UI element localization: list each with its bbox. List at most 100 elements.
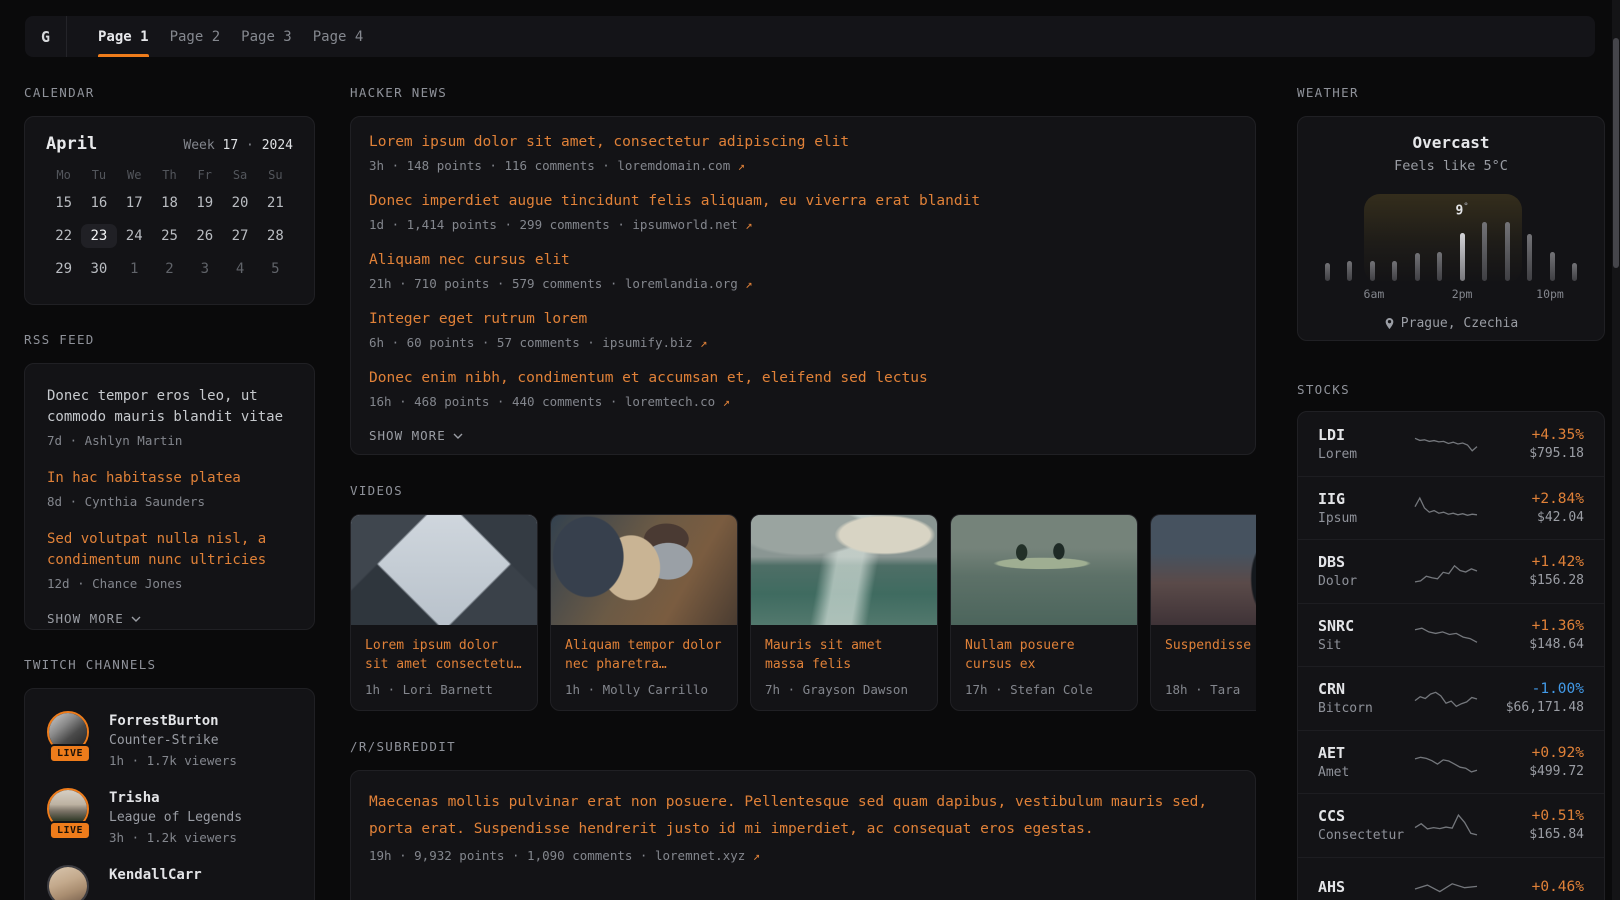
video-thumbnail[interactable] (1151, 515, 1256, 625)
stock-row[interactable]: LDI Lorem +4.35% $795.18 (1298, 412, 1604, 476)
hn-item-title[interactable]: Integer eget rutrum lorem (369, 310, 1237, 329)
external-link-icon[interactable]: ↗ (745, 218, 752, 232)
video-card[interactable]: Suspendisse diam 18h · Tara (1150, 514, 1256, 711)
stock-ticker: AET (1318, 744, 1414, 762)
calendar-day: 16 (81, 191, 116, 215)
hn-item-title[interactable]: Aliquam nec cursus elit (369, 251, 1237, 270)
weather-hourly-chart: 9° (1319, 184, 1583, 281)
stock-change: +0.92% (1478, 745, 1584, 761)
calendar-day: 27 (222, 224, 257, 248)
stock-row[interactable]: DBS Dolor +1.42% $156.28 (1298, 539, 1604, 603)
avatar[interactable] (47, 865, 93, 900)
tab-label: Page 3 (241, 29, 292, 45)
external-link-icon[interactable]: ↗ (700, 336, 707, 350)
stock-row[interactable]: AHS +0.46% (1298, 857, 1604, 900)
video-title[interactable]: Nullam posuere cursus ex (965, 636, 1123, 674)
hn-show-more-button[interactable]: SHOW MORE (369, 428, 1237, 443)
external-link-icon[interactable]: ↗ (753, 849, 760, 863)
video-meta: 17h · Stefan Cole (965, 682, 1123, 697)
stock-row[interactable]: CCS Consectetur +0.51% $165.84 (1298, 793, 1604, 857)
tab-page-1[interactable]: Page 1 (98, 16, 149, 57)
stock-price: $66,171.48 (1478, 700, 1584, 715)
hn-item-title[interactable]: Donec enim nibh, condimentum et accumsan… (369, 369, 1237, 388)
hn-item-meta: 16h · 468 points · 440 comments · loremt… (369, 394, 1237, 409)
stock-row[interactable]: CRN Bitcorn -1.00% $66,171.48 (1298, 666, 1604, 730)
channel-name[interactable]: KendallCarr (109, 865, 202, 885)
reddit-post-title[interactable]: Maecenas mollis pulvinar erat non posuer… (369, 789, 1237, 843)
video-thumbnail[interactable] (551, 515, 737, 625)
stock-change: +4.35% (1478, 427, 1584, 443)
hn-item-title[interactable]: Lorem ipsum dolor sit amet, consectetur … (369, 133, 1237, 152)
tab-page-4[interactable]: Page 4 (313, 16, 364, 57)
stock-sparkline (1414, 683, 1478, 713)
live-badge: LIVE (49, 744, 91, 763)
calendar-day: 19 (187, 191, 222, 215)
day-header: We (117, 168, 152, 182)
stock-ticker: CCS (1318, 807, 1414, 825)
rss-item-title[interactable]: Sed volutpat nulla nisl, a condimentum n… (47, 529, 292, 571)
external-link-icon[interactable]: ↗ (745, 277, 752, 291)
external-link-icon[interactable]: ↗ (723, 395, 730, 409)
twitch-channel[interactable]: KendallCarr (47, 865, 292, 900)
stock-change: +0.51% (1478, 808, 1584, 824)
calendar-day: 25 (152, 224, 187, 248)
video-title[interactable]: Mauris sit amet massa felis (765, 636, 923, 674)
stocks-widget: LDI Lorem +4.35% $795.18 IIG Ipsum +2.84… (1297, 411, 1605, 900)
twitch-channel[interactable]: LIVE ForrestBurton Counter-Strike 1h · 1… (47, 711, 292, 770)
temp-bar (1437, 252, 1442, 281)
app-logo[interactable]: G (25, 16, 67, 57)
rss-item: In hac habitasse platea 8d · Cynthia Sau… (47, 468, 292, 509)
stock-row[interactable]: SNRC Sit +1.36% $148.64 (1298, 603, 1604, 667)
external-link-icon[interactable]: ↗ (738, 159, 745, 173)
tab-page-2[interactable]: Page 2 (170, 16, 221, 57)
stock-change: +0.46% (1478, 879, 1584, 895)
stock-sparkline (1414, 747, 1478, 777)
temp-bar (1392, 261, 1397, 281)
day-header: Su (258, 168, 293, 182)
stock-name: Ipsum (1318, 511, 1414, 526)
stock-row[interactable]: IIG Ipsum +2.84% $42.04 (1298, 476, 1604, 540)
hour-label: 2pm (1452, 287, 1473, 301)
rss-item-title[interactable]: Donec tempor eros leo, ut commodo mauris… (47, 386, 292, 428)
stock-price: $795.18 (1478, 446, 1584, 461)
channel-name[interactable]: Trisha (109, 788, 242, 808)
calendar-day: 15 (46, 191, 81, 215)
scrollbar-thumb[interactable] (1613, 38, 1619, 268)
video-title[interactable]: Lorem ipsum dolor sit amet consectetu… (365, 636, 523, 674)
stock-name: Sit (1318, 638, 1414, 653)
video-title[interactable]: Suspendisse diam (1165, 636, 1256, 674)
avatar[interactable]: LIVE (47, 788, 93, 834)
video-thumbnail[interactable] (951, 515, 1137, 625)
rss-show-more-button[interactable]: SHOW MORE (47, 611, 292, 626)
video-card[interactable]: Nullam posuere cursus ex 17h · Stefan Co… (950, 514, 1138, 711)
video-card[interactable]: Aliquam tempor dolor nec pharetra… 1h · … (550, 514, 738, 711)
channel-name[interactable]: ForrestBurton (109, 711, 237, 731)
video-card[interactable]: Mauris sit amet massa felis 7h · Grayson… (750, 514, 938, 711)
avatar[interactable]: LIVE (47, 711, 93, 757)
stock-change: +1.42% (1478, 554, 1584, 570)
video-title[interactable]: Aliquam tempor dolor nec pharetra… (565, 636, 723, 674)
rss-item-meta: 8d · Cynthia Saunders (47, 494, 292, 509)
stock-name: Bitcorn (1318, 701, 1414, 716)
hn-item-title[interactable]: Donec imperdiet augue tincidunt felis al… (369, 192, 1237, 211)
stock-row[interactable]: AET Amet +0.92% $499.72 (1298, 730, 1604, 794)
tab-page-3[interactable]: Page 3 (241, 16, 292, 57)
video-thumbnail[interactable] (351, 515, 537, 625)
hn-item: Donec enim nibh, condimentum et accumsan… (369, 369, 1237, 409)
videos-section-label: VIDEOS (350, 483, 1256, 498)
stock-name: Lorem (1318, 447, 1414, 462)
rss-item-meta: 7d · Ashlyn Martin (47, 433, 292, 448)
stock-change: +1.36% (1478, 618, 1584, 634)
video-card[interactable]: Lorem ipsum dolor sit amet consectetu… 1… (350, 514, 538, 711)
rss-item: Sed volutpat nulla nisl, a condimentum n… (47, 529, 292, 591)
scrollbar-track[interactable] (1612, 0, 1620, 900)
calendar-day: 29 (46, 257, 81, 281)
rss-item-title[interactable]: In hac habitasse platea (47, 468, 292, 489)
calendar-day-next-month: 2 (152, 257, 187, 281)
calendar-day: 18 (152, 191, 187, 215)
stock-change: +2.84% (1478, 491, 1584, 507)
twitch-channel[interactable]: LIVE Trisha League of Legends 3h · 1.2k … (47, 788, 292, 847)
calendar-day: 21 (258, 191, 293, 215)
video-thumbnail[interactable] (751, 515, 937, 625)
hn-section-label: HACKER NEWS (350, 85, 1256, 100)
